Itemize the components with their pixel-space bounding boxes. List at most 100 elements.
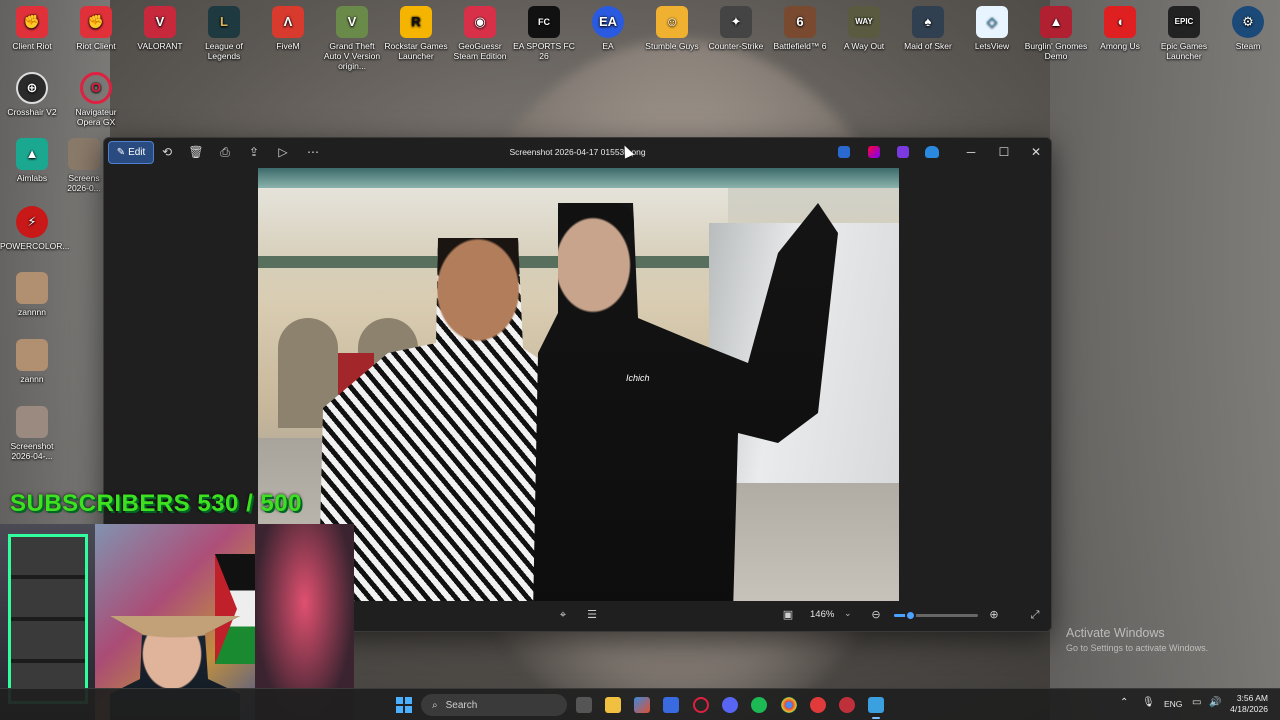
desktop-icon-among-us[interactable]: ◖ Among Us <box>1088 2 1152 51</box>
desktop-icon-burglin-gnomes[interactable]: ▲ Burglin' Gnomes Demo <box>1024 2 1088 61</box>
desktop-icon-zannnn[interactable]: zannnn <box>0 268 64 317</box>
desktop-icon-zannn[interactable]: zannn <box>0 335 64 384</box>
spotify-icon[interactable] <box>751 697 767 713</box>
desktop-icon-screenshot[interactable]: Screenshot 2026-04-... <box>0 402 64 461</box>
desktop-icon-gta-v[interactable]: V Grand Theft Auto V Version origin... <box>320 2 384 71</box>
webcam-flag-triangle <box>215 554 237 664</box>
search-icon: ⌕ <box>432 699 438 711</box>
riot-client-taskbar-icon[interactable] <box>839 697 855 713</box>
designer-icon[interactable] <box>838 146 850 158</box>
photo-roof <box>258 168 899 188</box>
microsoft-store-icon[interactable] <box>663 697 679 713</box>
fit-to-window-icon[interactable]: ▣ <box>781 608 795 622</box>
desktop-icon-geoguessr[interactable]: ◉ GeoGuessr Steam Edition <box>448 2 512 61</box>
fc26-icon: FC <box>528 6 560 38</box>
desktop-icon-epic-games-launcher[interactable]: EPIC Epic Games Launcher <box>1152 2 1216 61</box>
taskbar-search[interactable]: ⌕ Search <box>421 694 567 716</box>
task-view-icon[interactable] <box>576 697 592 713</box>
chrome-icon[interactable] <box>781 697 797 713</box>
desktop-icon-fivem[interactable]: Λ FiveM <box>256 2 320 51</box>
desktop-icon-rockstar-games-launcher[interactable]: R Rockstar Games Launcher <box>384 2 448 61</box>
letsview-icon: ◇ <box>976 6 1008 38</box>
desktop-icon-crosshair-v2[interactable]: ⊕ Crosshair V2 <box>0 68 64 117</box>
valorant-taskbar-icon[interactable] <box>810 697 826 713</box>
gnome-icon: ▲ <box>1040 6 1072 38</box>
desktop-icon-opera-gx[interactable]: O Navigateur Opera GX <box>64 68 128 127</box>
chevron-up-icon[interactable]: ⌃ <box>1120 697 1128 708</box>
clock-time: 3:56 AM <box>1236 693 1268 703</box>
steam-icon: ⚙ <box>1232 6 1264 38</box>
taskbar-clock[interactable]: 3:56 AM 4/18/2026 <box>1222 693 1268 715</box>
desktop-icon-ea-sports-fc-26[interactable]: FC EA SPORTS FC 26 <box>512 2 576 61</box>
language-indicator[interactable]: ENG <box>1164 699 1182 709</box>
opera-gx-taskbar-icon[interactable] <box>693 697 709 713</box>
shirt-print: Ichich <box>626 373 650 383</box>
rockstar-icon: R <box>400 6 432 38</box>
desktop-icon-riot-client[interactable]: ✊ Riot Client <box>64 2 128 51</box>
battlefield-icon: 6 <box>784 6 816 38</box>
map-pin-icon: ◉ <box>464 6 496 38</box>
aimlabs-icon: ▲ <box>16 138 48 170</box>
counter-strike-icon: ✦ <box>720 6 752 38</box>
desktop-icon-screenshot-partial[interactable]: Screens 2026-0... <box>64 134 104 193</box>
opera-gx-icon: O <box>80 72 112 104</box>
network-icon[interactable]: ▭ <box>1192 697 1201 708</box>
microphone-icon[interactable]: 🎙 <box>1142 697 1155 708</box>
desktop-icon-ea[interactable]: EA EA <box>576 2 640 51</box>
copilot-icon[interactable] <box>634 697 650 713</box>
taskbar: ⌕ Search ⌃ 🎙 ENG ▭ 🔊 3:56 AM 4/18/2026 <box>0 688 1280 720</box>
zoom-slider[interactable] <box>894 610 978 621</box>
desktop-icon-counter-strike[interactable]: ✦ Counter-Strike <box>704 2 768 51</box>
windows-start-icon[interactable] <box>396 697 412 713</box>
desktop-icon-battlefield-6[interactable]: 6 Battlefield™ 6 <box>768 2 832 51</box>
a-way-out-icon: WAY <box>848 6 880 38</box>
discord-icon[interactable] <box>722 697 738 713</box>
webcam-shelf <box>8 534 88 704</box>
zoom-in-icon[interactable]: ⊕ <box>987 608 1001 622</box>
epic-games-icon: EPIC <box>1168 6 1200 38</box>
wallpaper-right <box>1050 0 1280 720</box>
desktop-icon-client-riot[interactable]: ✊ Client Riot <box>0 2 64 51</box>
desktop-icon-a-way-out[interactable]: WAY A Way Out <box>832 2 896 51</box>
desktop-icon-aimlabs[interactable]: ▲ Aimlabs <box>0 134 64 183</box>
maid-of-sker-icon: ♠ <box>912 6 944 38</box>
image-file-icon <box>16 406 48 438</box>
volume-icon[interactable]: 🔊 <box>1209 697 1221 708</box>
valorant-icon: V <box>144 6 176 38</box>
gta-icon: V <box>336 6 368 38</box>
photos-taskbar-icon[interactable] <box>868 697 884 719</box>
chevron-down-icon[interactable]: ⌄ <box>844 608 852 619</box>
text-extract-icon[interactable]: ☰ <box>585 608 599 622</box>
crosshair-icon: ⊕ <box>16 72 48 104</box>
zoom-level[interactable]: 146% <box>810 609 834 620</box>
desktop-icon-stumble-guys[interactable]: ☺ Stumble Guys <box>640 2 704 51</box>
desktop-icon-steam[interactable]: ⚙ Steam <box>1216 2 1280 51</box>
image-file-icon <box>68 138 100 170</box>
desktop-icon-powercolor[interactable]: ⚡ POWERCOLOR... <box>0 202 69 251</box>
desktop-icon-maid-of-sker[interactable]: ♠ Maid of Sker <box>896 2 960 51</box>
powercolor-icon: ⚡ <box>16 206 48 238</box>
visual-search-icon[interactable]: ⌖ <box>556 608 570 622</box>
clipchamp-icon[interactable] <box>868 146 880 158</box>
maximize-icon[interactable]: ☐ <box>994 143 1014 161</box>
desktop-icon-letsview[interactable]: ◇ LetsView <box>960 2 1024 51</box>
video-editor-icon[interactable] <box>897 146 909 158</box>
fullscreen-icon[interactable]: ⤢ <box>1028 608 1042 622</box>
riot-fist-icon: ✊ <box>80 6 112 38</box>
zoom-slider-thumb[interactable] <box>904 610 916 621</box>
league-icon: L <box>208 6 240 38</box>
onedrive-icon[interactable] <box>925 146 939 158</box>
ea-icon: EA <box>592 6 624 38</box>
minimize-icon[interactable]: ─ <box>961 143 981 161</box>
photos-titlebar[interactable]: ✎ Edit ⟲ 🗑 ⎙ ⇪ ▷ ⋯ Screenshot 2026-04-17… <box>104 138 1051 167</box>
photo-viewer-image: Ichich <box>258 168 899 601</box>
zoom-out-icon[interactable]: ⊖ <box>869 608 883 622</box>
image-file-icon <box>16 272 48 304</box>
among-us-icon: ◖ <box>1104 6 1136 38</box>
activate-windows-watermark: Activate Windows Go to Settings to activ… <box>1066 626 1208 653</box>
desktop-icon-valorant[interactable]: V VALORANT <box>128 2 192 51</box>
riot-fist-icon: ✊ <box>16 6 48 38</box>
file-explorer-icon[interactable] <box>605 697 621 713</box>
desktop-icon-league-of-legends[interactable]: L League of Legends <box>192 2 256 61</box>
close-icon[interactable]: ✕ <box>1026 143 1046 161</box>
